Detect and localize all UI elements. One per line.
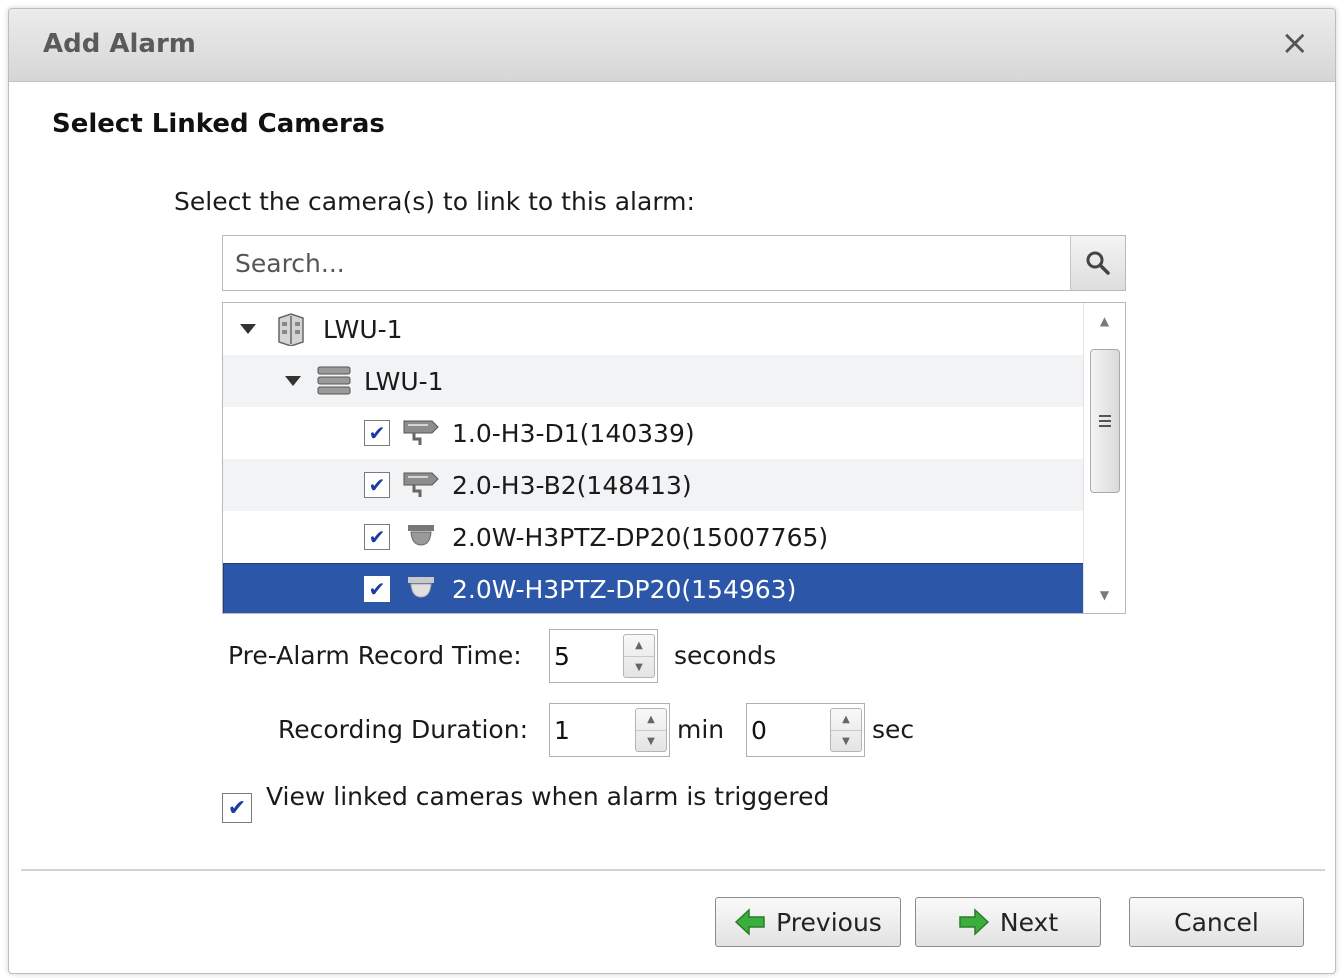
duration-seconds-input[interactable] xyxy=(747,704,829,756)
tree-item-camera[interactable]: ✔ 2.0W-H3PTZ-DP20(15007765) xyxy=(223,511,1084,563)
search-box xyxy=(222,235,1126,291)
cancel-button-label: Cancel xyxy=(1174,907,1259,937)
grip-icon xyxy=(1099,415,1111,427)
scroll-up-arrow-icon[interactable]: ▲ xyxy=(1084,303,1125,339)
tree-item-label: 1.0-H3-D1(140339) xyxy=(452,418,695,448)
pre-alarm-label: Pre-Alarm Record Time: xyxy=(228,641,522,670)
spinner-buttons: ▲ ▼ xyxy=(623,634,655,678)
tree-item-site[interactable]: LWU-1 xyxy=(223,303,1084,355)
scrollbar-thumb[interactable] xyxy=(1090,349,1120,493)
duration-seconds-spinner: ▲ ▼ xyxy=(746,703,865,757)
tree-item-label: LWU-1 xyxy=(323,314,403,344)
server-icon xyxy=(317,366,351,395)
section-title: Select Linked Cameras xyxy=(52,109,385,139)
spin-down-icon[interactable]: ▼ xyxy=(636,731,666,752)
spin-up-icon[interactable]: ▲ xyxy=(624,635,654,657)
scroll-down-arrow-icon[interactable]: ▼ xyxy=(1084,577,1125,613)
tree-item-label: LWU-1 xyxy=(364,366,444,396)
camera-checkbox[interactable]: ✔ xyxy=(364,524,390,550)
title-bar: Add Alarm × xyxy=(9,9,1335,82)
add-alarm-dialog: Add Alarm × Select Linked Cameras Select… xyxy=(8,8,1336,974)
pre-alarm-spinner: ▲ ▼ xyxy=(549,629,658,683)
footer-divider xyxy=(21,869,1325,871)
ptz-dome-camera-icon xyxy=(408,577,434,598)
arrow-right-icon xyxy=(959,908,989,936)
spinner-buttons: ▲ ▼ xyxy=(830,708,862,752)
ptz-dome-camera-icon xyxy=(408,525,434,546)
tree-scrollbar[interactable]: ▲ ▼ xyxy=(1083,303,1125,613)
previous-button-label: Previous xyxy=(776,907,882,937)
search-input[interactable] xyxy=(223,236,1071,290)
site-icon xyxy=(278,313,304,346)
spin-up-icon[interactable]: ▲ xyxy=(831,709,861,731)
bullet-camera-icon xyxy=(403,472,439,497)
next-button[interactable]: Next xyxy=(915,897,1101,947)
instruction-text: Select the camera(s) to link to this ala… xyxy=(174,187,695,216)
pre-alarm-input[interactable] xyxy=(550,630,622,682)
tree-item-camera-selected[interactable]: ✔ 2.0W-H3PTZ-DP20(154963) xyxy=(223,563,1084,613)
seconds-unit: sec xyxy=(872,715,915,744)
recording-duration-label: Recording Duration: xyxy=(278,715,528,744)
minutes-unit: min xyxy=(677,715,725,744)
pre-alarm-unit: seconds xyxy=(674,641,777,670)
camera-checkbox[interactable]: ✔ xyxy=(364,472,390,498)
camera-tree: LWU-1 LWU-1 ✔ 1.0-H3-D1(140339) ✔ 2.0-H3… xyxy=(222,302,1126,614)
tree-item-camera[interactable]: ✔ 1.0-H3-D1(140339) xyxy=(223,407,1084,459)
cancel-button[interactable]: Cancel xyxy=(1129,897,1304,947)
view-linked-label: View linked cameras when alarm is trigge… xyxy=(266,782,830,811)
tree-item-label: 2.0-H3-B2(148413) xyxy=(452,470,692,500)
search-button[interactable] xyxy=(1070,236,1125,290)
dialog-title: Add Alarm xyxy=(43,29,196,59)
next-button-label: Next xyxy=(999,907,1059,937)
tree-item-camera[interactable]: ✔ 2.0-H3-B2(148413) xyxy=(223,459,1084,511)
spin-down-icon[interactable]: ▼ xyxy=(624,657,654,678)
tree-item-label: 2.0W-H3PTZ-DP20(154963) xyxy=(452,574,797,604)
expand-arrow-icon[interactable] xyxy=(280,376,306,386)
close-icon[interactable]: × xyxy=(1281,23,1310,63)
camera-checkbox[interactable]: ✔ xyxy=(364,576,390,602)
expand-arrow-icon[interactable] xyxy=(235,324,261,334)
duration-minutes-spinner: ▲ ▼ xyxy=(549,703,670,757)
view-linked-checkbox[interactable]: ✔ xyxy=(222,793,252,823)
search-icon xyxy=(1086,251,1110,275)
arrow-left-icon xyxy=(735,908,765,936)
tree-item-server[interactable]: LWU-1 xyxy=(223,355,1084,407)
camera-checkbox[interactable]: ✔ xyxy=(364,420,390,446)
tree-item-label: 2.0W-H3PTZ-DP20(15007765) xyxy=(452,522,829,552)
previous-button[interactable]: Previous xyxy=(715,897,901,947)
duration-minutes-input[interactable] xyxy=(550,704,634,756)
spin-up-icon[interactable]: ▲ xyxy=(636,709,666,731)
spin-down-icon[interactable]: ▼ xyxy=(831,731,861,752)
spinner-buttons: ▲ ▼ xyxy=(635,708,667,752)
bullet-camera-icon xyxy=(403,420,439,445)
